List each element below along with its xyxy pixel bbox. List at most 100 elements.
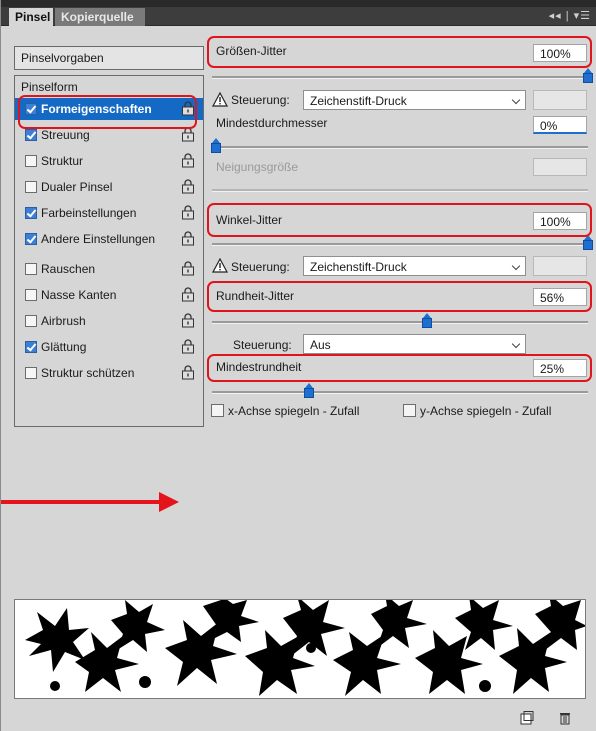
brush-option-row[interactable]: Dualer Pinsel [15, 176, 203, 198]
brush-option-row[interactable]: Formeigenschaften [15, 98, 203, 120]
brush-option-checkbox[interactable] [25, 155, 37, 167]
roundness-jitter-label: Rundheit-Jitter [216, 289, 295, 303]
brush-option-label: Andere Einstellungen [41, 232, 156, 246]
min-roundness-field[interactable]: 25% [533, 359, 587, 377]
roundness-jitter-handle[interactable] [422, 313, 432, 328]
brush-option-row[interactable]: Airbrush [15, 310, 203, 332]
lock-icon[interactable] [181, 287, 195, 302]
brush-option-label: Farbeinstellungen [41, 206, 137, 220]
chevron-down-icon [511, 95, 521, 105]
brush-option-row[interactable]: Struktur schützen [15, 362, 203, 384]
control-select-1[interactable]: Zeichenstift-Druck [303, 90, 526, 110]
brush-option-checkbox[interactable] [25, 263, 37, 275]
brush-option-row[interactable]: Nasse Kanten [15, 284, 203, 306]
brush-option-row[interactable]: Andere Einstellungen [15, 228, 203, 250]
brush-option-checkbox[interactable] [25, 233, 37, 245]
min-diameter-slider[interactable] [212, 146, 588, 149]
size-jitter-label: Größen-Jitter [216, 44, 287, 58]
flip-y-checkbox[interactable] [403, 404, 416, 417]
angle-jitter-handle[interactable] [583, 235, 593, 250]
flip-y-label: y-Achse spiegeln - Zufall [420, 404, 552, 418]
lock-icon[interactable] [181, 205, 195, 220]
lock-icon[interactable] [181, 127, 195, 142]
tab-bar: Pinsel Kopierquelle ◂◂ | ▾☰ [1, 0, 596, 26]
warning-icon [212, 258, 228, 273]
angle-jitter-slider[interactable] [212, 243, 588, 246]
brush-option-label: Dualer Pinsel [41, 180, 113, 194]
chevron-down-icon [511, 261, 521, 271]
brush-stroke-preview-image [25, 594, 587, 696]
control-select-2[interactable]: Zeichenstift-Druck [303, 256, 526, 276]
brush-tip-shape-header[interactable]: Pinselform [21, 80, 78, 94]
brush-option-checkbox[interactable] [25, 103, 37, 115]
size-jitter-slider[interactable] [212, 76, 588, 79]
brush-presets-button[interactable]: Pinselvorgaben [14, 46, 204, 70]
brush-option-label: Airbrush [41, 314, 86, 328]
angle-jitter-label: Winkel-Jitter [216, 213, 283, 227]
lock-icon[interactable] [181, 231, 195, 246]
lock-icon[interactable] [181, 339, 195, 354]
roundness-jitter-field[interactable]: 56% [533, 288, 587, 306]
brush-option-checkbox[interactable] [25, 315, 37, 327]
tilt-scale-slider [212, 189, 588, 192]
brush-settings-list: Pinselform Formeigenschaften Streuung Stru… [14, 75, 204, 427]
lock-icon[interactable] [181, 101, 195, 116]
annotation-arrow-head [159, 492, 179, 512]
chevron-down-icon [511, 339, 521, 349]
tilt-scale-field [533, 158, 587, 176]
brush-option-row[interactable]: Rauschen [15, 258, 203, 280]
control-select-3-value: Aus [310, 338, 331, 352]
control-label-2: Steuerung: [231, 260, 290, 274]
annotation-arrow [1, 500, 163, 504]
tab-pinsel[interactable]: Pinsel [9, 8, 53, 26]
brush-option-row[interactable]: Farbeinstellungen [15, 202, 203, 224]
angle-jitter-field[interactable]: 100% [533, 212, 587, 230]
brush-option-label: Formeigenschaften [41, 102, 152, 116]
control-select-3[interactable]: Aus [303, 334, 526, 354]
brush-option-row[interactable]: Struktur [15, 150, 203, 172]
control-select-2-value: Zeichenstift-Druck [310, 260, 407, 274]
brush-option-checkbox[interactable] [25, 181, 37, 193]
panel-menu-icon[interactable]: ◂◂ | ▾☰ [549, 9, 591, 22]
lock-icon[interactable] [181, 313, 195, 328]
size-jitter-handle[interactable] [583, 68, 593, 83]
trash-icon[interactable] [558, 711, 572, 725]
control-extra-field-2 [533, 256, 587, 276]
brush-option-label: Glättung [41, 340, 87, 354]
control-label-1: Steuerung: [231, 93, 290, 107]
brush-option-label: Streuung [41, 128, 90, 142]
lock-icon[interactable] [181, 179, 195, 194]
brush-option-checkbox[interactable] [25, 367, 37, 379]
control-select-1-value: Zeichenstift-Druck [310, 94, 407, 108]
warning-icon [212, 92, 228, 107]
lock-icon[interactable] [181, 365, 195, 380]
min-diameter-field[interactable]: 0% [533, 116, 587, 134]
brush-panel: Pinsel Kopierquelle ◂◂ | ▾☰ Pinselvorgab… [0, 0, 596, 731]
brush-option-label: Rauschen [41, 262, 96, 276]
control-label-3: Steuerung: [233, 338, 292, 352]
brush-option-checkbox[interactable] [25, 207, 37, 219]
brush-option-checkbox[interactable] [25, 289, 37, 301]
brush-option-checkbox[interactable] [25, 341, 37, 353]
min-roundness-label: Mindestrundheit [216, 360, 302, 374]
brush-option-row[interactable]: Streuung [15, 124, 203, 146]
min-roundness-handle[interactable] [304, 383, 314, 398]
brush-option-label: Struktur [41, 154, 84, 168]
brush-stroke-preview [14, 594, 587, 699]
flip-x-label: x-Achse spiegeln - Zufall [228, 404, 360, 418]
lock-icon[interactable] [181, 261, 195, 276]
tilt-scale-label: Neigungsgröße [216, 160, 299, 174]
flip-x-checkbox[interactable] [211, 404, 224, 417]
brush-option-label: Nasse Kanten [41, 288, 117, 302]
brush-option-checkbox[interactable] [25, 129, 37, 141]
new-preset-icon[interactable] [520, 711, 534, 725]
lock-icon[interactable] [181, 153, 195, 168]
roundness-jitter-slider[interactable] [212, 321, 588, 324]
size-jitter-field[interactable]: 100% [533, 44, 587, 62]
min-diameter-label: Mindestdurchmesser [216, 116, 328, 130]
min-roundness-slider[interactable] [212, 391, 588, 394]
min-diameter-handle[interactable] [211, 138, 221, 153]
control-extra-field-1 [533, 90, 587, 110]
tab-kopierquelle[interactable]: Kopierquelle [55, 8, 145, 26]
brush-option-row[interactable]: Glättung [15, 336, 203, 358]
